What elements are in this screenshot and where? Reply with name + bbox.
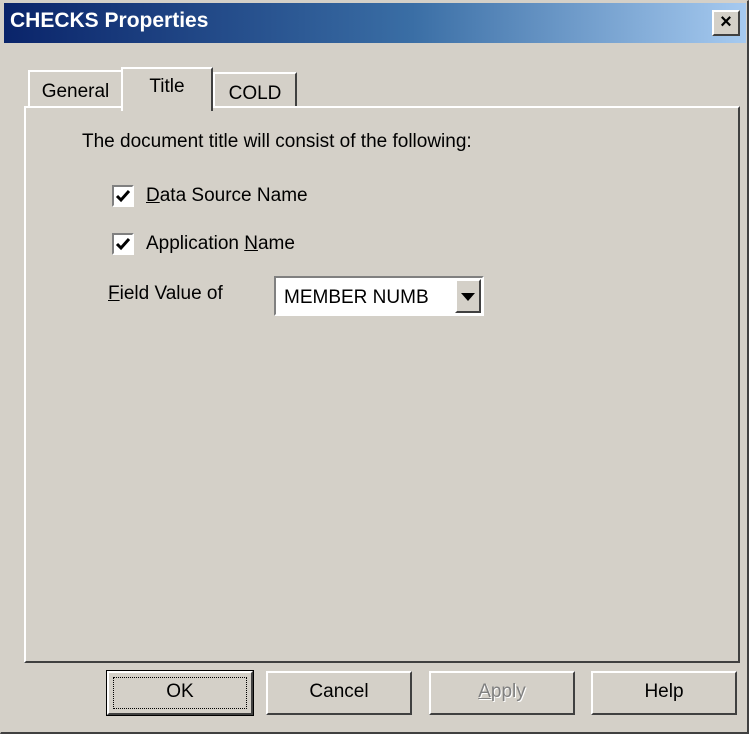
tab-general-label: General xyxy=(41,81,110,102)
title-tab-panel: The document title will consist of the f… xyxy=(24,106,740,663)
help-label: Help xyxy=(644,681,684,702)
tab-title[interactable]: Title xyxy=(121,67,213,111)
chevron-down-icon xyxy=(461,293,475,301)
panel-heading: The document title will consist of the f… xyxy=(82,131,472,152)
field-value-select[interactable]: MEMBER NUMB xyxy=(274,276,484,316)
dropdown-button[interactable] xyxy=(455,279,481,313)
data-source-name-checkbox[interactable] xyxy=(112,185,134,207)
help-button[interactable]: Help xyxy=(591,671,737,715)
data-source-name-label: Data Source Name xyxy=(146,185,308,206)
properties-dialog: CHECKS Properties × General Title COLD T… xyxy=(0,0,749,734)
apply-label: Apply xyxy=(478,681,526,702)
tab-cold-label: COLD xyxy=(228,83,282,104)
window-title: CHECKS Properties xyxy=(10,9,209,32)
title-bar[interactable]: CHECKS Properties × xyxy=(4,3,746,43)
cancel-button[interactable]: Cancel xyxy=(266,671,412,715)
tab-title-label: Title xyxy=(149,76,185,97)
close-button[interactable]: × xyxy=(712,10,740,36)
data-source-name-option[interactable]: Data Source Name xyxy=(112,184,308,208)
application-name-label: Application Name xyxy=(146,233,295,254)
cancel-label: Cancel xyxy=(309,681,369,702)
close-icon: × xyxy=(720,11,732,33)
checkmark-icon xyxy=(115,190,131,203)
apply-button[interactable]: Apply xyxy=(429,671,575,715)
tab-general[interactable]: General xyxy=(28,70,123,110)
application-name-checkbox[interactable] xyxy=(112,233,134,255)
checkmark-icon xyxy=(115,238,131,251)
field-value-label: Field Value of xyxy=(108,283,223,304)
ok-button[interactable]: OK xyxy=(106,670,254,716)
application-name-option[interactable]: Application Name xyxy=(112,232,295,256)
field-value-selected: MEMBER NUMB xyxy=(284,287,429,308)
focus-rectangle xyxy=(113,677,247,709)
